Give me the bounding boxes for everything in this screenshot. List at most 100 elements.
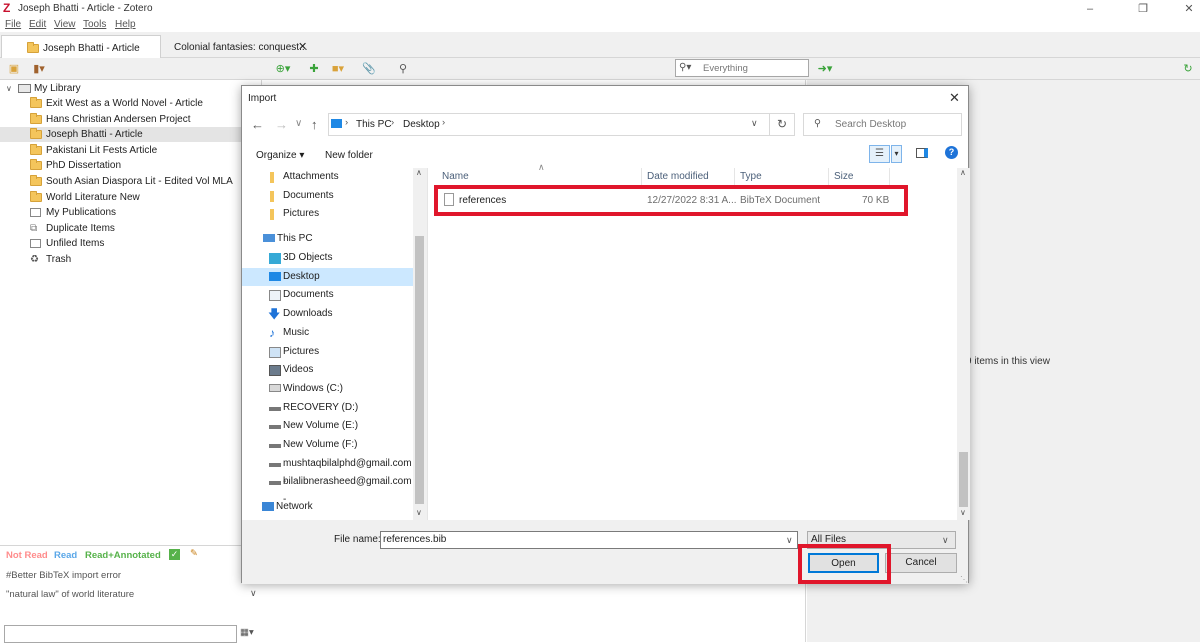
menu-file[interactable]: File [5,19,21,30]
nav-downloads[interactable]: 🡇 Downloads [242,305,413,323]
new-collection-icon[interactable]: ▣ [6,62,22,76]
forward-arrow-icon[interactable]: → [275,117,288,132]
tab-joseph-bhatti[interactable]: Joseph Bhatti - Article [1,35,161,58]
folder-icon [27,42,39,53]
collection-item[interactable]: Exit West as a World Novel - Article [0,96,262,111]
back-arrow-icon[interactable]: ← [251,117,264,132]
search-desktop-input[interactable]: ⚲ Search Desktop [803,113,962,136]
maximize-icon[interactable]: ❐ [1136,2,1150,16]
column-type[interactable]: Type [735,168,829,186]
nav-pictures-quick[interactable]: Pictures [242,205,413,223]
collection-item[interactable]: ⧉ Duplicate Items [0,221,262,236]
preview-pane-icon[interactable] [916,148,928,158]
collection-item[interactable]: Unfiled Items [0,236,262,251]
collection-item[interactable]: My Publications [0,205,262,220]
tag-filter-input[interactable] [4,625,237,643]
scroll-thumb[interactable] [959,452,968,507]
nav-attachments[interactable]: Attachments [242,168,413,186]
nav-drive-bilal[interactable]: bilalibnerasheed@gmail.com - [242,473,413,505]
close-icon[interactable]: ✕ [1182,2,1196,16]
new-note-icon[interactable]: ■▾ [330,62,346,76]
collection-item[interactable]: Hans Christian Andersen Project [0,112,262,127]
view-details-icon[interactable]: ☰ [869,145,890,163]
scroll-down-icon[interactable]: ∨ [416,508,422,517]
collection-item[interactable]: ♻ Trash [0,252,262,267]
chevron-down-icon[interactable]: ∨ [942,532,949,548]
chevron-down-icon[interactable]: ∨ [295,118,302,129]
add-by-identifier-icon[interactable]: ✚ [306,62,322,76]
file-list: ∧ Name Date modified Type Size reference… [427,162,970,520]
resize-grip-icon[interactable]: ⋱ [960,575,968,584]
cancel-button[interactable]: Cancel [885,553,957,573]
nav-documents-quick[interactable]: Documents [242,187,413,205]
breadcrumb-this-pc[interactable]: This PC [356,119,392,130]
tag-actions-icon[interactable]: ▦▾ [240,627,254,638]
nav-videos[interactable]: Videos [242,361,413,379]
chevron-down-icon[interactable]: ∨ [6,81,12,96]
collection-item-selected[interactable]: Joseph Bhatti - Article [0,127,262,142]
nav-desktop[interactable]: Desktop [242,267,413,286]
scroll-thumb[interactable] [415,236,424,504]
column-date-modified[interactable]: Date modified [642,168,735,186]
scroll-down-icon[interactable]: ∨ [960,508,966,517]
checkmark-icon[interactable]: ✓ [169,549,180,560]
tag-item[interactable]: "natural law" of world literature [6,589,134,600]
nav-3d-objects[interactable]: 3D Objects [242,249,413,267]
menu-view[interactable]: View [54,19,76,30]
chevron-down-icon[interactable]: ∨ [751,118,758,129]
nav-windows-c[interactable]: Windows (C:) [242,380,413,398]
column-size[interactable]: Size [829,168,890,186]
nav-this-pc[interactable]: This PC [242,230,413,248]
collection-item[interactable]: South Asian Diaspora Lit - Edited Vol ML… [0,174,262,189]
scroll-up-icon[interactable]: ∧ [960,168,966,177]
nav-new-volume-f[interactable]: New Volume (F:) [242,436,413,454]
nav-new-volume-e[interactable]: New Volume (E:) [242,417,413,435]
sync-icon[interactable]: ↻ [1180,62,1196,76]
organize-button[interactable]: Organize ▾ [256,150,304,161]
library-menu-icon[interactable]: ▮▾ [31,62,47,76]
tag-not-read[interactable]: Not Read [6,550,48,561]
chevron-down-icon[interactable]: ▾ [891,145,902,163]
column-name[interactable]: Name [428,168,642,186]
nav-scrollbar[interactable]: ∧ ∨ [413,168,426,520]
file-name-input[interactable]: references.bib ∨ [380,531,798,549]
chevron-down-icon[interactable]: ∨ [250,588,257,599]
tree-item-my-library[interactable]: ∨ My Library [0,81,262,96]
collection-item[interactable]: World Literature New [0,190,262,205]
tag-read-annotated[interactable]: Read+Annotated [85,550,161,561]
menu-tools[interactable]: Tools [83,19,106,30]
nav-music[interactable]: ♪ Music [242,324,413,342]
tag-read[interactable]: Read [54,550,77,561]
minimize-icon[interactable]: – [1083,2,1097,16]
tab-colonial-fantasies[interactable]: Colonial fantasies: conquest... ✕ [166,35,314,58]
address-bar[interactable]: › This PC › Desktop › ∨ [328,113,770,136]
scroll-up-icon[interactable]: ∧ [416,168,422,177]
collection-item[interactable]: PhD Dissertation [0,158,262,173]
tab-close-icon[interactable]: ✕ [298,40,307,53]
menu-help[interactable]: Help [115,19,136,30]
new-folder-button[interactable]: New folder [325,150,373,161]
search-input[interactable]: ⚲▾ Everything [675,58,809,77]
collection-item[interactable]: Pakistani Lit Fests Article [0,143,262,158]
new-item-icon[interactable]: ⊕▾ [275,62,291,76]
chevron-down-icon[interactable]: ∨ [786,532,793,548]
refresh-button[interactable]: ↻ [770,113,795,136]
nav-recovery-d[interactable]: RECOVERY (D:) [242,399,413,417]
advanced-search-icon[interactable]: ⚲ [395,62,411,76]
close-icon[interactable]: ✕ [949,90,960,106]
pencil-icon[interactable]: ✎ [190,548,198,559]
attachment-icon[interactable]: 📎▾ [361,62,377,89]
up-arrow-icon[interactable]: ↑ [311,117,318,132]
breadcrumb-desktop[interactable]: Desktop [403,119,440,130]
menu-edit[interactable]: Edit [29,19,46,30]
help-icon[interactable]: ? [945,146,958,159]
nav-label: Attachments [283,171,339,182]
file-list-scrollbar[interactable]: ∧ ∨ [957,168,970,520]
nav-drive-mushtaq[interactable]: mushtaqbilalphd@gmail.com - [242,455,413,487]
locate-icon[interactable]: ➜▾ [817,62,833,76]
nav-network[interactable]: Network [242,498,413,516]
nav-documents[interactable]: Documents [242,286,413,304]
nav-label: Desktop [283,270,320,282]
nav-pictures[interactable]: Pictures [242,343,413,361]
tag-item[interactable]: #Better BibTeX import error [6,570,121,581]
